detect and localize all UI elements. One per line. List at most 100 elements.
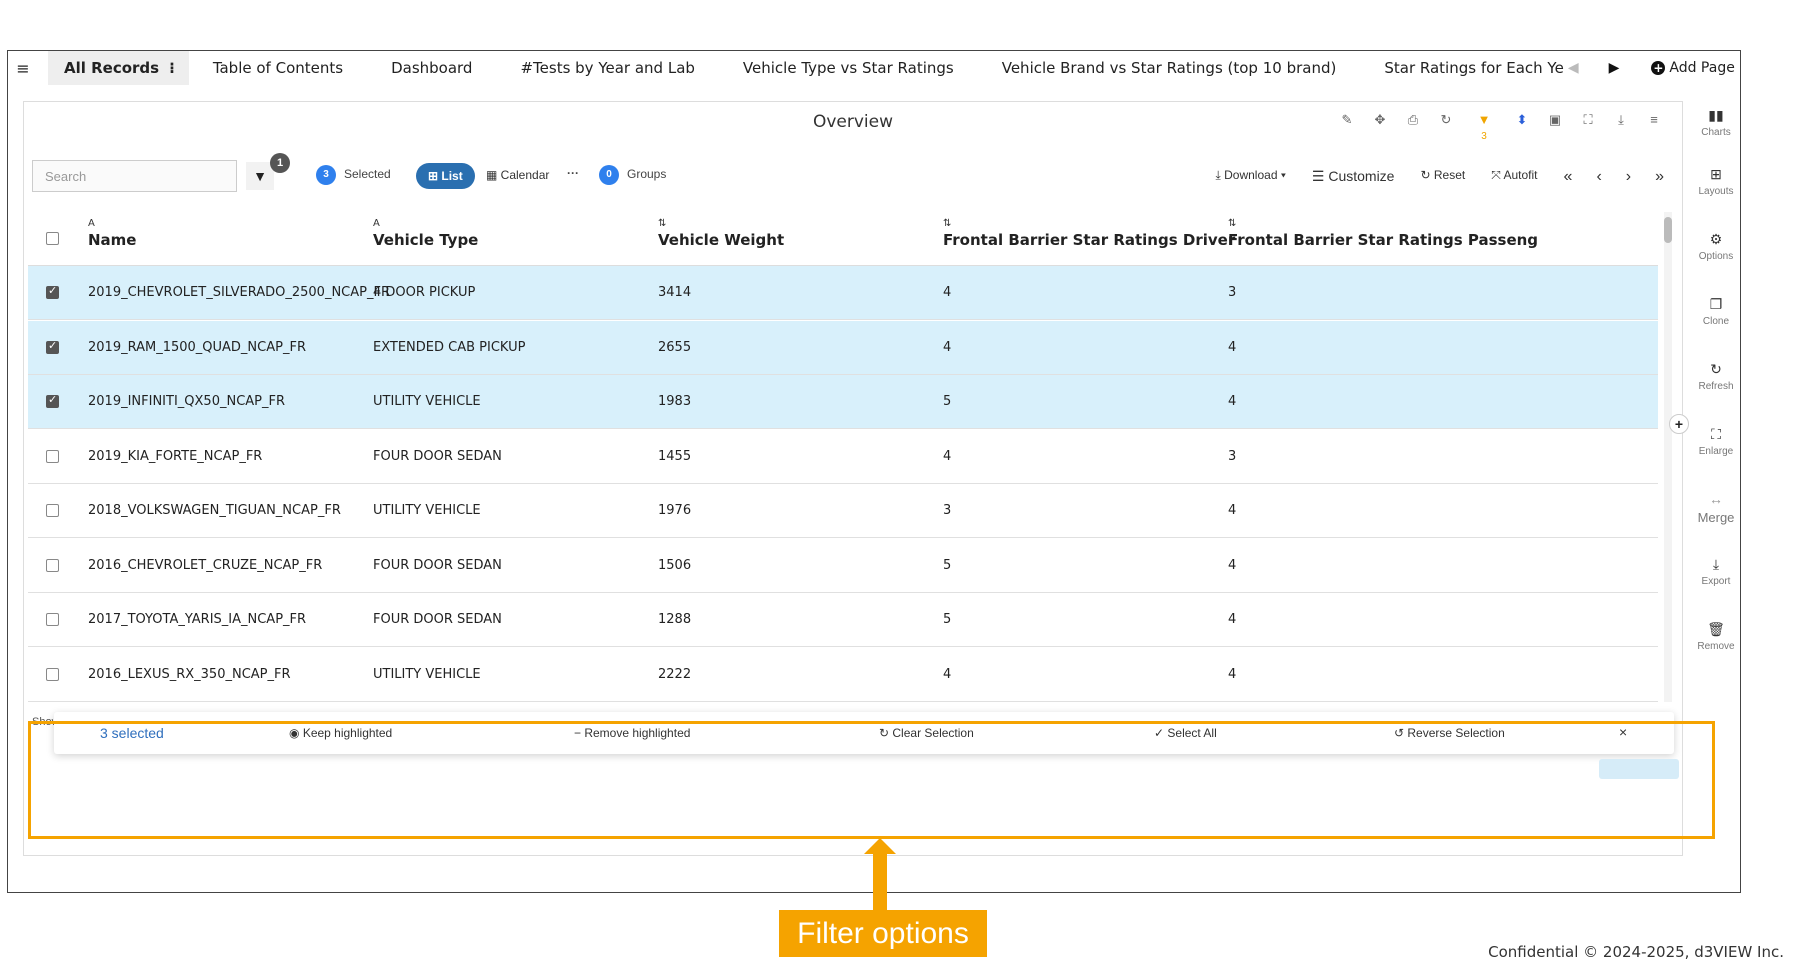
first-page-icon[interactable]: « [1564, 168, 1573, 186]
filter-count-icon[interactable]: ▼3 [1471, 112, 1497, 142]
row-checkbox[interactable] [46, 284, 59, 299]
table-row[interactable]: 2019_INFINITI_QX50_NCAP_FR UTILITY VEHICL… [28, 375, 1658, 429]
last-page-icon[interactable]: » [1655, 168, 1664, 186]
search-input[interactable]: Search [32, 160, 237, 192]
tab-tests-by-year[interactable]: #Tests by Year and Lab [496, 51, 718, 85]
filter-badge: 1 [270, 153, 290, 173]
sidebar-item-remove[interactable]: 🗑 Remove [1691, 621, 1740, 652]
table-cell-weight: 1455 [658, 448, 692, 464]
sort-icon[interactable]: A [88, 218, 136, 230]
tab-vehicle-type[interactable]: Vehicle Type vs Star Ratings [719, 51, 978, 85]
sidebar-item-layouts[interactable]: ⊞ Layouts [1691, 166, 1740, 197]
add-page-button[interactable]: + Add Page [1651, 60, 1735, 76]
edit-icon[interactable]: ✎ [1339, 112, 1355, 142]
column-header-vehicle-type[interactable]: A Vehicle Type [373, 218, 478, 249]
table-cell-name: 2019_RAM_1500_QUAD_NCAP_FR [88, 339, 306, 355]
tab-vehicle-brand[interactable]: Vehicle Brand vs Star Ratings (top 10 br… [978, 51, 1361, 85]
refresh-icon: ↻ [1710, 361, 1722, 377]
vertical-scrollbar[interactable] [1664, 212, 1672, 702]
next-page-icon[interactable]: › [1626, 168, 1631, 186]
row-checkbox[interactable] [46, 504, 59, 517]
sort-icon[interactable]: ⬍ [1514, 112, 1530, 142]
autofit-button[interactable]: ⤧ Autofit [1491, 168, 1537, 186]
table-row[interactable]: 2017_TOYOTA_YARIS_IA_NCAP_FR FOUR DOOR SE… [28, 593, 1658, 647]
scrollbar-thumb[interactable] [1664, 217, 1672, 243]
tab-dashboard[interactable]: Dashboard [367, 51, 496, 85]
kebab-icon[interactable]: ⁝ [169, 59, 175, 77]
save-icon[interactable]: ▣ [1547, 112, 1563, 142]
download-button[interactable]: ⤓ Download ▾ [1215, 168, 1285, 186]
column-header-driver-rating[interactable]: ⇅ Frontal Barrier Star Ratings Driver [943, 218, 1235, 249]
sort-icon[interactable]: A [373, 218, 478, 230]
select-all-checkbox[interactable] [46, 232, 59, 245]
table-cell-name: 2019_CHEVROLET_SILVERADO_2500_NCAP_FR [88, 285, 390, 300]
calendar-view-button[interactable]: ▦ Calendar [486, 168, 549, 182]
selected-button[interactable]: 3 Selected [316, 165, 391, 185]
table-row[interactable]: 2018_VOLKSWAGEN_TIGUAN_NCAP_FR UTILITY VE… [28, 484, 1658, 538]
prev-page-icon[interactable]: ‹ [1596, 168, 1601, 186]
merge-icon: ↔ [1709, 491, 1723, 507]
calendar-label: Calendar [500, 168, 550, 182]
table-header: A Name A Vehicle Type ⇅ Vehicle Weight ⇅ Fro… [28, 208, 1658, 266]
sort-icon[interactable]: ⇅ [1228, 218, 1658, 230]
table-cell-weight: 3414 [658, 285, 692, 300]
table-cell-type: UTILITY VEHICLE [373, 666, 481, 682]
column-header-vehicle-weight[interactable]: ⇅ Vehicle Weight [658, 218, 784, 249]
customize-button[interactable]: ☰ Customize [1312, 168, 1395, 186]
menu-icon[interactable]: ≡ [1646, 112, 1662, 142]
tab-star-ratings[interactable]: Star Ratings for Each Ye [1360, 51, 1563, 85]
table-row[interactable]: 2019_CHEVROLET_SILVERADO_2500_NCAP_FR4 D… [28, 266, 1658, 320]
column-header-passenger-rating[interactable]: ⇅ Frontal Barrier Star Ratings Passeng [1228, 218, 1658, 249]
table-row[interactable]: 2016_LEXUS_RX_350_NCAP_FR UTILITY VEHICLE… [28, 648, 1658, 702]
sidebar-item-clone[interactable]: ❐ Clone [1691, 296, 1740, 327]
table-cell-type: FOUR DOOR SEDAN [373, 612, 502, 627]
grid-icon: ⊞ [1710, 166, 1722, 182]
download-label: Download [1224, 168, 1278, 182]
filter-options-callout: Filter options [779, 910, 987, 957]
row-checkbox[interactable] [46, 393, 59, 408]
table-row[interactable]: 2019_RAM_1500_QUAD_NCAP_FR EXTENDED CAB P… [28, 320, 1658, 375]
table-row[interactable]: 2016_CHEVROLET_CRUZE_NCAP_FR FOUR DOOR SE… [28, 539, 1658, 593]
enlarge-icon: ⛶ [1711, 426, 1721, 442]
column-title: Frontal Barrier Star Ratings Driver [943, 231, 1236, 249]
row-checkbox[interactable] [46, 667, 59, 681]
list-label: List [441, 169, 463, 183]
print-icon[interactable]: ⎙ [1405, 112, 1421, 142]
row-checkbox[interactable] [46, 558, 59, 572]
reset-button[interactable]: ↻ Reset [1420, 168, 1465, 186]
more-views-button[interactable]: ··· [567, 166, 579, 180]
sidebar-item-export[interactable]: ⤓ Export [1691, 556, 1740, 587]
sort-icon[interactable]: ⇅ [658, 218, 784, 230]
move-icon[interactable]: ✥ [1372, 112, 1388, 142]
sidebar-item-charts[interactable]: ▮▮ Charts [1691, 107, 1740, 138]
table-cell-type: FOUR DOOR SEDAN [373, 448, 502, 464]
hamburger-icon[interactable]: ≡ [8, 59, 38, 78]
download-icon[interactable]: ⤓ [1613, 112, 1629, 142]
row-checkbox[interactable] [46, 339, 59, 354]
row-checkbox[interactable] [46, 449, 59, 463]
column-header-name[interactable]: A Name [88, 218, 136, 249]
add-column-icon[interactable]: + [1669, 414, 1689, 434]
sort-icon[interactable]: ⇅ [943, 218, 1235, 230]
table-row[interactable]: 2019_KIA_FORTE_NCAP_FR FOUR DOOR SEDAN 145… [28, 430, 1658, 484]
tab-all-records[interactable]: All Records ⁝ [48, 51, 189, 85]
groups-button[interactable]: 0 Groups [599, 165, 666, 185]
sidebar-item-refresh[interactable]: ↻ Refresh [1691, 361, 1740, 392]
table-body: 2019_CHEVROLET_SILVERADO_2500_NCAP_FR4 D… [28, 266, 1658, 702]
sidebar-item-options[interactable]: ⚙ Options [1691, 231, 1740, 262]
add-page-label: Add Page [1669, 60, 1735, 76]
sidebar-item-enlarge[interactable]: ⛶ Enlarge [1691, 426, 1740, 457]
table-cell-weight: 1983 [658, 394, 692, 409]
scroll-left-icon[interactable]: ◀ [1568, 60, 1579, 76]
expand-icon[interactable]: ⛶ [1580, 112, 1596, 142]
table-cell-weight: 1288 [658, 612, 692, 627]
tab-table-of-contents[interactable]: Table of Contents [189, 51, 367, 85]
sidebar-item-merge[interactable]: ↔ Merge [1691, 491, 1740, 525]
list-view-button[interactable]: ⊞ List [416, 163, 475, 189]
refresh-icon[interactable]: ↻ [1438, 112, 1454, 142]
row-checkbox[interactable] [46, 613, 59, 626]
scroll-right-icon[interactable]: ▶ [1609, 60, 1620, 76]
list-icon: ⊞ [428, 169, 442, 183]
sidebar-label: Merge [1697, 510, 1735, 525]
table-cell-driver: 3 [943, 503, 952, 518]
